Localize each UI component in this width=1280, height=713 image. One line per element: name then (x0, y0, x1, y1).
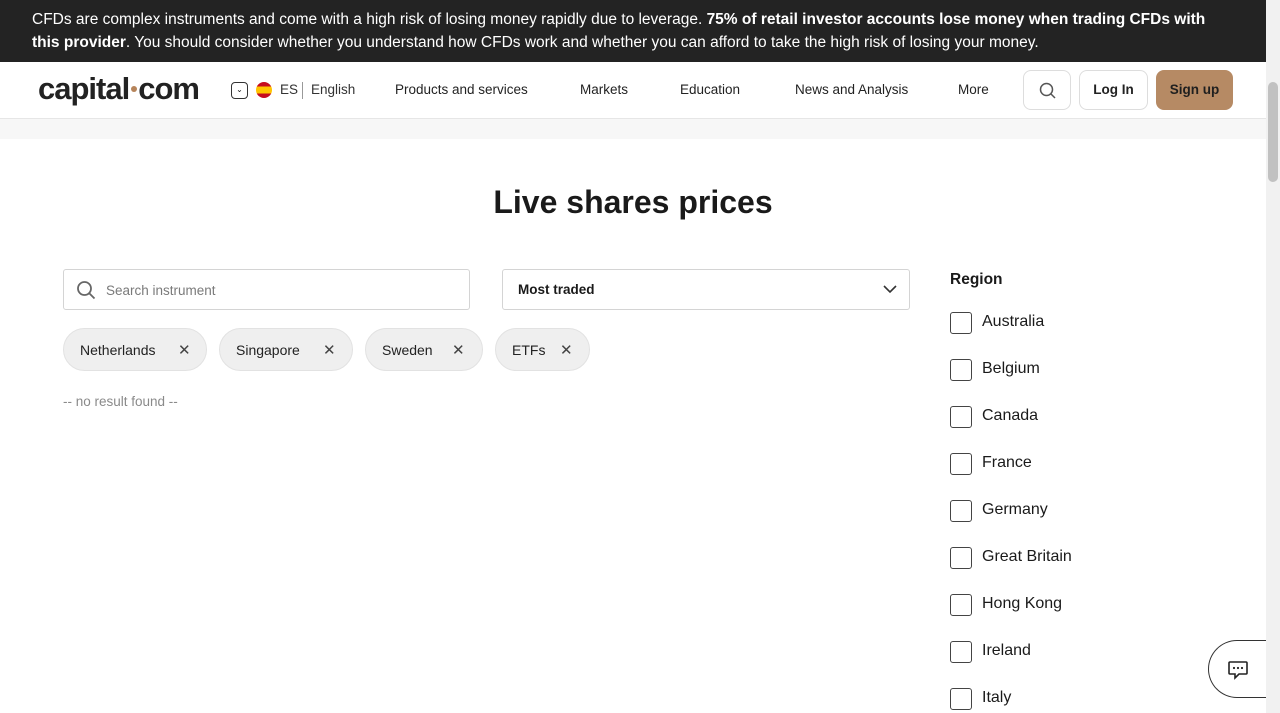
page-title: Live shares prices (493, 184, 773, 220)
header-search-button[interactable] (1023, 70, 1071, 110)
language-divider (302, 82, 303, 99)
chat-icon (1228, 661, 1248, 680)
nav-products-and-services[interactable]: Products and services (395, 82, 528, 97)
filter-chip-etfs[interactable]: ETFs ✕ (495, 328, 590, 371)
checkbox[interactable] (950, 641, 972, 663)
checkbox[interactable] (950, 453, 972, 475)
login-button[interactable]: Log In (1079, 70, 1148, 110)
region-filter-title: Region (950, 271, 1003, 288)
instrument-search-box[interactable] (63, 269, 470, 310)
checkbox[interactable] (950, 312, 972, 334)
nav-news-and-analysis[interactable]: News and Analysis (795, 82, 908, 97)
checkbox[interactable] (950, 406, 972, 428)
search-icon (1039, 82, 1056, 99)
close-icon[interactable]: ✕ (323, 341, 336, 359)
nav-education[interactable]: Education (680, 82, 740, 97)
no-result-message: -- no result found -- (63, 394, 178, 409)
language-code[interactable]: ES (280, 82, 298, 97)
close-icon[interactable]: ✕ (178, 341, 191, 359)
chat-widget-button[interactable] (1208, 640, 1266, 698)
risk-text-end: . You should consider whether you unders… (125, 34, 1039, 51)
sort-selected-value: Most traded (518, 282, 595, 297)
chevron-down-icon[interactable]: ⌄ (231, 82, 248, 99)
top-navbar: capital com ⌄ ES English Products and ser… (0, 62, 1266, 119)
checkbox[interactable] (950, 688, 972, 710)
filter-chip-netherlands[interactable]: Netherlands ✕ (63, 328, 207, 371)
close-icon[interactable]: ✕ (560, 341, 573, 359)
nav-more[interactable]: More (958, 82, 989, 97)
scrollbar-thumb[interactable] (1268, 82, 1278, 182)
filter-chip-sweden[interactable]: Sweden ✕ (365, 328, 483, 371)
filter-chip-singapore[interactable]: Singapore ✕ (219, 328, 353, 371)
page-scrollbar[interactable] (1266, 0, 1280, 713)
checkbox[interactable] (950, 359, 972, 381)
capital-com-logo[interactable]: capital com (38, 71, 200, 107)
search-input[interactable] (106, 279, 446, 301)
nav-markets[interactable]: Markets (580, 82, 628, 97)
checkbox[interactable] (950, 594, 972, 616)
search-icon (77, 281, 96, 300)
checkbox[interactable] (950, 500, 972, 522)
spain-flag-icon[interactable] (256, 82, 272, 98)
risk-warning-banner: CFDs are complex instruments and come wi… (0, 0, 1266, 62)
checkbox[interactable] (950, 547, 972, 569)
header-spacer-strip (0, 119, 1266, 139)
signup-button[interactable]: Sign up (1156, 70, 1233, 110)
close-icon[interactable]: ✕ (452, 341, 465, 359)
chevron-down-icon (883, 285, 897, 294)
sort-dropdown[interactable]: Most traded (502, 269, 910, 310)
language-name[interactable]: English (311, 82, 355, 97)
risk-text-start: CFDs are complex instruments and come wi… (32, 11, 707, 28)
